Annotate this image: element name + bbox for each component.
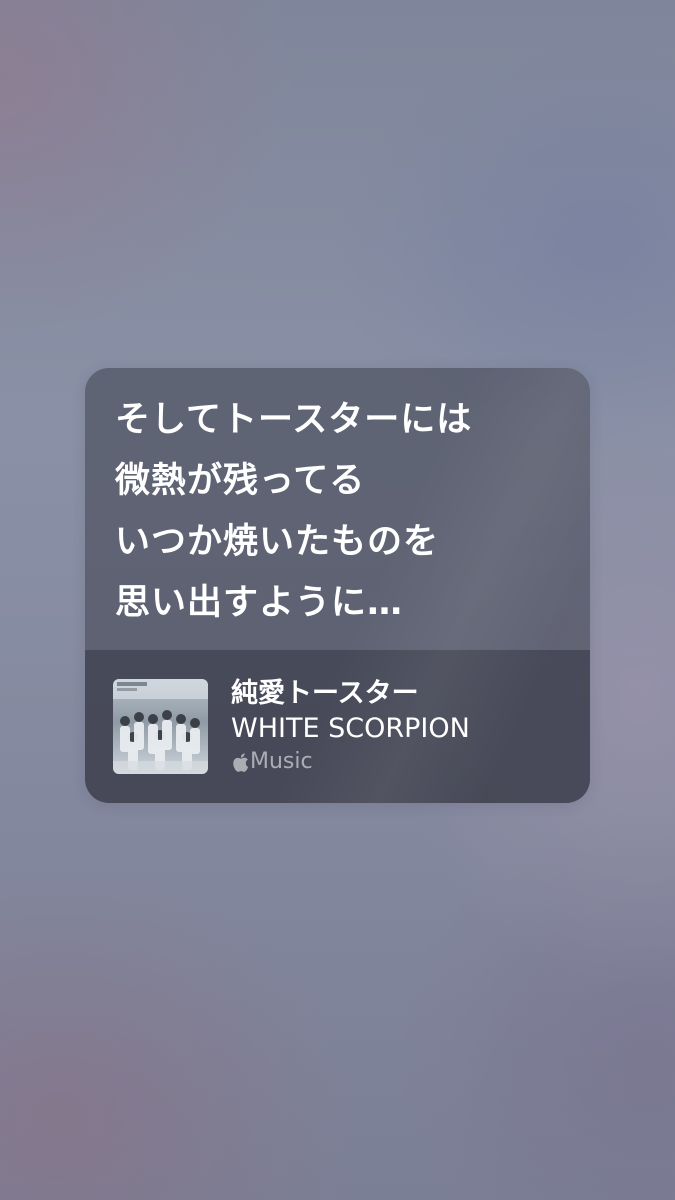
lyric-line-1: そしてトースターには [115,400,473,440]
track-info-section[interactable]: 純愛トースター WHITE SCORPION Music [85,650,590,803]
lyrics-share-card[interactable]: そしてトースターには 微熱が残ってる いつか焼いたものを 思い出すように… 純愛… [85,368,590,803]
apple-music-label[interactable]: Music [231,748,470,776]
lyric-line-2: 微熱が残ってる [115,461,366,501]
apple-logo-icon [231,752,250,773]
lyric-line-3: いつか焼いたものを [115,522,440,562]
track-info: 純愛トースター WHITE SCORPION Music [231,676,470,776]
artist-name: WHITE SCORPION [231,713,470,744]
lyrics-block: そしてトースターには 微熱が残ってる いつか焼いたものを 思い出すように… [115,390,570,634]
album-artwork[interactable] [113,679,208,774]
lyric-line-4: 思い出すように… [115,583,404,623]
service-name: Music [250,749,313,774]
song-title: 純愛トースター [231,678,419,709]
